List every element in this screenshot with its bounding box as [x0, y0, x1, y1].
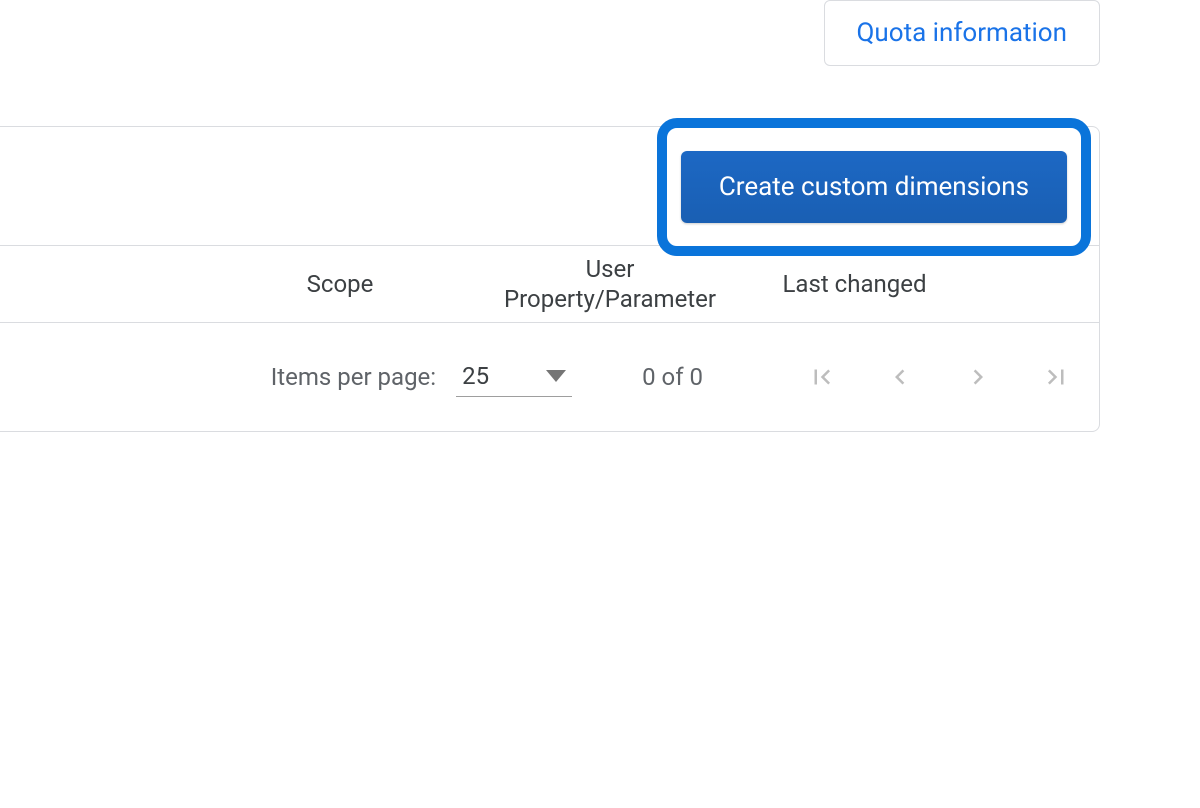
- previous-page-button[interactable]: [881, 358, 919, 396]
- create-highlight-box: Create custom dimensions: [657, 118, 1091, 256]
- pagination-nav: [803, 358, 1075, 396]
- column-header-last-changed: Last changed: [740, 270, 1099, 298]
- last-page-icon: [1041, 362, 1071, 392]
- create-custom-dimensions-button[interactable]: Create custom dimensions: [681, 151, 1067, 223]
- chevron-left-icon: [885, 362, 915, 392]
- column-header-user-property: User Property/Parameter: [480, 254, 740, 314]
- items-per-page-label: Items per page:: [271, 363, 436, 391]
- custom-dimensions-panel: Create custom dimensions Scope User Prop…: [0, 126, 1100, 432]
- chevron-right-icon: [963, 362, 993, 392]
- quota-information-button[interactable]: Quota information: [824, 0, 1100, 66]
- top-actions: Quota information: [0, 0, 1200, 66]
- column-header-scope: Scope: [0, 270, 480, 298]
- panel-header: Create custom dimensions: [0, 127, 1099, 246]
- dropdown-caret-icon: [546, 370, 566, 382]
- first-page-button[interactable]: [803, 358, 841, 396]
- table-header-row: Scope User Property/Parameter Last chang…: [0, 246, 1099, 323]
- next-page-button[interactable]: [959, 358, 997, 396]
- pagination-row: Items per page: 25 0 of 0: [0, 323, 1099, 431]
- pagination-range: 0 of 0: [642, 363, 703, 391]
- first-page-icon: [807, 362, 837, 392]
- page-size-select[interactable]: 25: [456, 358, 572, 397]
- page-size-value: 25: [462, 362, 489, 390]
- last-page-button[interactable]: [1037, 358, 1075, 396]
